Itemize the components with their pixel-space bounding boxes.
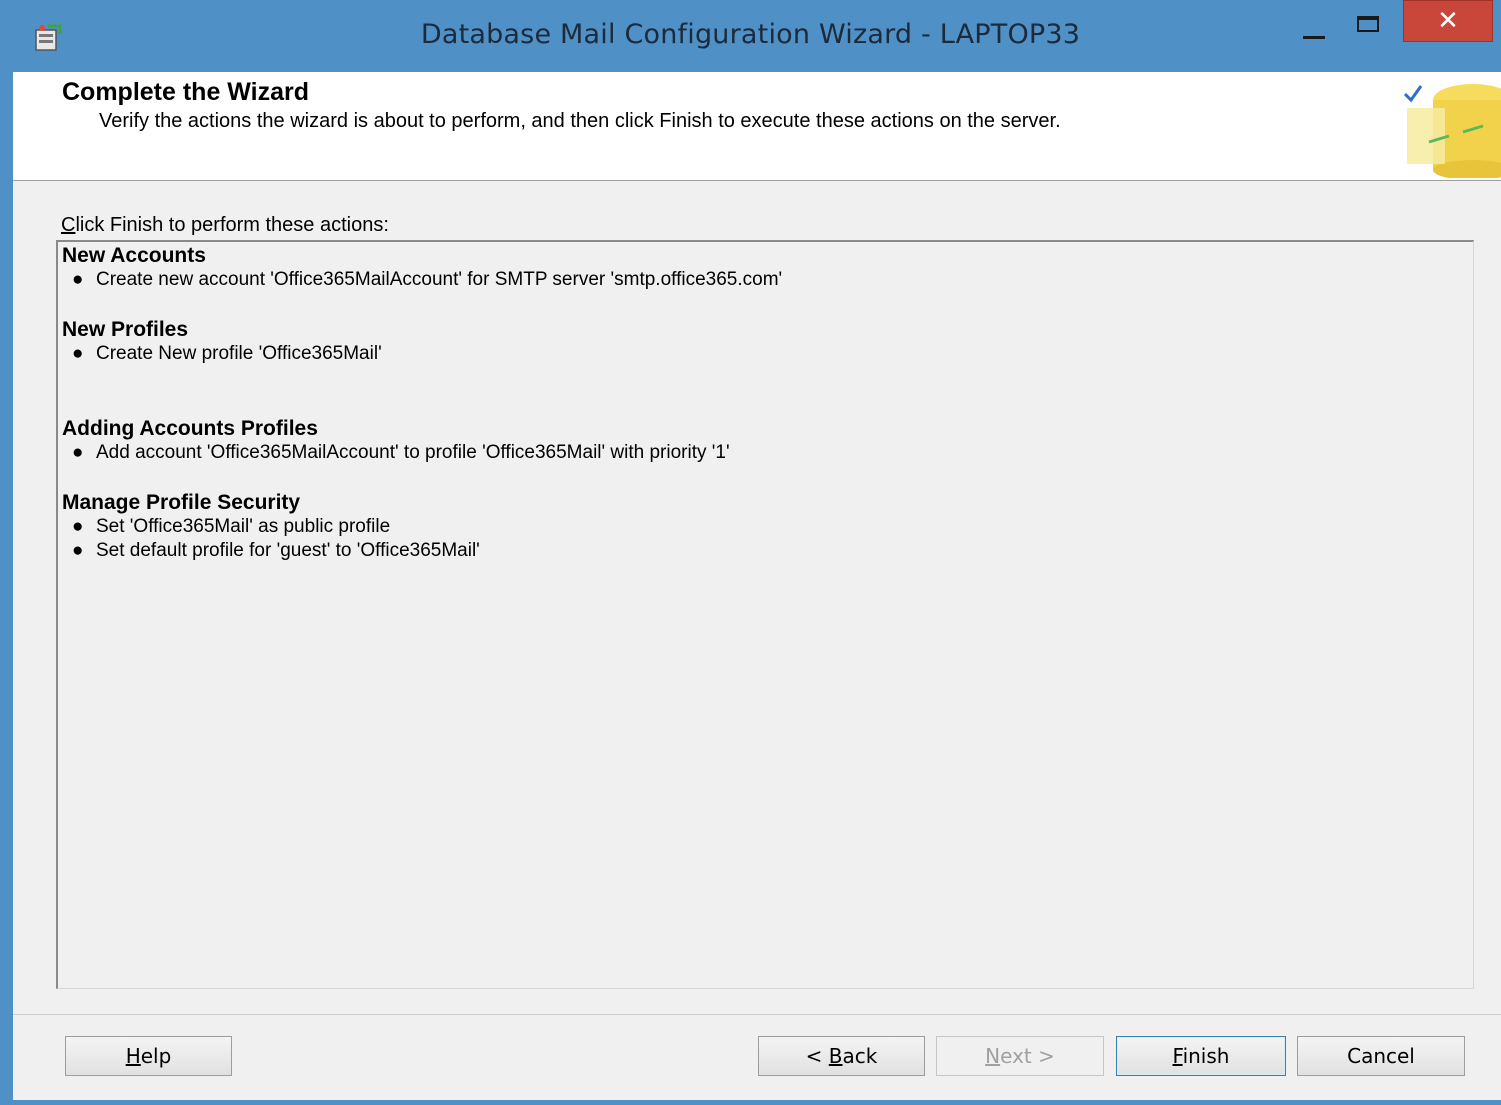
close-icon[interactable]: ✕ [1403, 0, 1493, 42]
actions-label: Click Finish to perform these actions: [61, 214, 389, 237]
section-heading: Manage Profile Security [62, 491, 301, 514]
bullet: ● [72, 442, 84, 463]
button-bar-separator [13, 1014, 1501, 1015]
finish-mnemonic: F [1172, 1044, 1183, 1068]
list-item: ● Create new account 'Office365MailAccoun… [62, 268, 782, 292]
section-adding-accounts-profiles: Adding Accounts Profiles ● Add account 'O… [62, 417, 730, 465]
help-button[interactable]: Help [65, 1036, 232, 1076]
list-item-text: Create New profile 'Office365Mail' [96, 343, 382, 364]
next-button[interactable]: Next > [936, 1036, 1104, 1076]
list-item: ● Create New profile 'Office365Mail' [62, 342, 382, 366]
wizard-window: Database Mail Configuration Wizard - LAP… [0, 0, 1501, 1105]
next-mnemonic: N [985, 1044, 1001, 1068]
bullet: ● [72, 269, 84, 290]
title-bar[interactable]: Database Mail Configuration Wizard - LAP… [0, 0, 1501, 72]
section-new-accounts: New Accounts ● Create new account 'Office… [62, 244, 782, 292]
help-mnemonic: H [125, 1044, 141, 1068]
help-label: elp [140, 1044, 172, 1068]
maximize-icon[interactable] [1345, 8, 1393, 44]
section-heading: Adding Accounts Profiles [62, 417, 318, 440]
section-heading: New Profiles [62, 318, 189, 341]
back-prefix: < [805, 1044, 829, 1068]
database-checkmark-graphic [1403, 84, 1501, 178]
section-heading: New Accounts [62, 244, 206, 267]
list-item-text: Set 'Office365Mail' as public profile [96, 516, 391, 537]
back-label: ack [842, 1044, 878, 1068]
actions-list-box[interactable]: New Accounts ● Create new account 'Office… [56, 240, 1474, 989]
finish-button[interactable]: Finish [1116, 1036, 1286, 1076]
list-item-text: Add account 'Office365MailAccount' to pr… [96, 442, 730, 463]
back-button[interactable]: < Back [758, 1036, 925, 1076]
section-new-profiles: New Profiles ● Create New profile 'Office… [62, 318, 382, 366]
list-item: ● Set default profile for 'guest' to 'Off… [62, 539, 480, 563]
finish-label: inish [1182, 1044, 1230, 1068]
section-manage-profile-security: Manage Profile Security ● Set 'Office365M… [62, 491, 480, 563]
actions-label-mnemonic: C [61, 214, 76, 236]
list-item: ● Set 'Office365Mail' as public profile [62, 515, 480, 539]
wizard-client-area: Complete the Wizard Verify the actions t… [13, 72, 1501, 1100]
page-title: Complete the Wizard [62, 78, 310, 106]
list-item: ● Add account 'Office365MailAccount' to p… [62, 441, 730, 465]
cancel-button[interactable]: Cancel [1297, 1036, 1465, 1076]
back-mnemonic: B [828, 1044, 843, 1068]
bullet: ● [72, 516, 84, 537]
page-description: Verify the actions the wizard is about t… [99, 110, 1061, 132]
wizard-header: Complete the Wizard Verify the actions t… [13, 72, 1501, 181]
bullet: ● [72, 540, 84, 561]
list-item-text: Create new account 'Office365MailAccount… [96, 269, 783, 290]
bullet: ● [72, 343, 84, 364]
window-title: Database Mail Configuration Wizard - LAP… [420, 19, 1081, 50]
next-label: ext > [1000, 1044, 1055, 1068]
minimize-icon[interactable] [1297, 16, 1343, 52]
actions-label-text: lick Finish to perform these actions: [75, 214, 389, 236]
list-item-text: Set default profile for 'guest' to 'Offi… [96, 540, 480, 561]
